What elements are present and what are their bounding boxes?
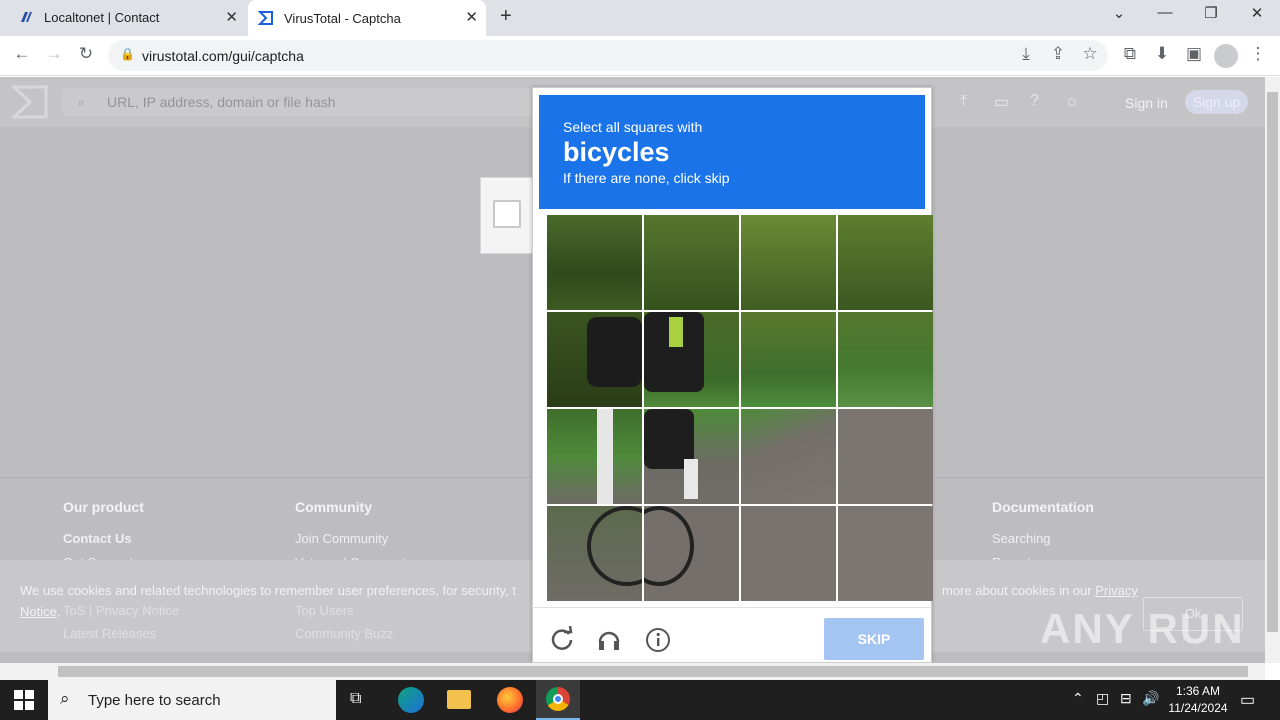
captcha-tile[interactable] (741, 312, 836, 407)
virustotal-icon (258, 10, 274, 26)
captcha-tile[interactable] (547, 506, 642, 601)
sign-in-link[interactable]: Sign in (1125, 95, 1168, 111)
footer-heading: Documentation (992, 499, 1094, 515)
captcha-instruction: Select all squares with (563, 119, 703, 135)
side-panel-icon[interactable]: ▣ (1182, 44, 1206, 64)
notification-center-icon[interactable]: ▭ (1240, 690, 1255, 710)
virustotal-logo[interactable] (10, 85, 48, 124)
horizontal-scroll-thumb[interactable] (58, 666, 1248, 677)
search-icon: ⌕ (60, 689, 70, 708)
captcha-tile[interactable] (547, 312, 642, 407)
search-icon: ⌕ (78, 95, 85, 109)
footer-heading: Community (295, 499, 372, 515)
file-explorer-icon[interactable] (447, 690, 471, 709)
captcha-checkbox-widget (480, 177, 535, 254)
volume-icon[interactable]: 🔊 (1142, 690, 1159, 707)
captcha-tile[interactable] (741, 409, 836, 504)
captcha-tile[interactable] (741, 506, 836, 601)
back-icon[interactable]: ← (10, 44, 34, 64)
firefox-icon[interactable] (497, 687, 523, 713)
tab-title: VirusTotal - Captcha (284, 10, 401, 26)
captcha-tile[interactable] (838, 215, 933, 310)
upload-icon[interactable]: ⤒ (960, 93, 967, 111)
captcha-tile[interactable] (644, 409, 739, 504)
captcha-tile[interactable] (644, 312, 739, 407)
footer-link[interactable]: Contact Us (63, 531, 132, 546)
vt-search-input[interactable]: URL, IP address, domain or file hash (62, 88, 542, 116)
task-view-icon[interactable]: ⧉ (350, 690, 361, 708)
bookmark-star-icon[interactable]: ☆ (1078, 44, 1102, 64)
captcha-tile[interactable] (838, 409, 933, 504)
profile-avatar[interactable] (1214, 44, 1238, 68)
reload-captcha-icon[interactable] (549, 625, 577, 654)
footer-link[interactable]: Join Community (295, 531, 388, 546)
close-window-button[interactable]: ✕ (1242, 4, 1272, 22)
address-bar[interactable]: 🔒 virustotal.com/gui/captcha (108, 40, 1108, 71)
tray-chevron-icon[interactable]: ⌃ (1072, 690, 1084, 707)
notifications-icon[interactable]: ▭ (994, 92, 1009, 112)
share-icon[interactable]: ⇪ (1046, 44, 1070, 64)
captcha-tile[interactable] (838, 506, 933, 601)
tab-title: Localtonet | Contact (44, 9, 160, 25)
footer-link[interactable]: Community Buzz (295, 626, 393, 641)
maximize-button[interactable]: ❐ (1196, 4, 1226, 22)
cookie-text-more: more about cookies in our (942, 583, 1092, 598)
extensions-icon[interactable]: ⧉ (1118, 44, 1142, 64)
captcha-tile[interactable] (644, 215, 739, 310)
tray-app-icon[interactable]: ◰ (1096, 690, 1109, 707)
clock-time: 1:36 AM (1175, 684, 1221, 698)
captcha-tile[interactable] (547, 409, 642, 504)
url-text: virustotal.com/gui/captcha (142, 47, 304, 64)
network-icon[interactable]: ⊟ (1120, 690, 1132, 707)
captcha-prompt: Select all squares with bicycles If ther… (539, 95, 925, 209)
windows-start-icon[interactable] (14, 690, 34, 715)
captcha-checkbox[interactable] (493, 200, 521, 228)
downloads-icon[interactable]: ⬇ (1150, 44, 1174, 64)
tab-localtonet[interactable]: Localtonet | Contact ✕ (8, 0, 246, 34)
lock-icon: 🔒 (120, 47, 135, 61)
captcha-tile[interactable] (644, 506, 739, 601)
tab-virustotal[interactable]: VirusTotal - Captcha ✕ (248, 0, 486, 36)
captcha-tile[interactable] (547, 215, 642, 310)
skip-button[interactable]: SKIP (824, 618, 924, 660)
captcha-tile[interactable] (838, 312, 933, 407)
sign-up-button[interactable]: Sign up (1185, 90, 1248, 114)
clock-date: 11/24/2024 (1168, 701, 1228, 715)
notice-link[interactable]: Notice (20, 604, 57, 619)
close-tab-icon[interactable]: ✕ (465, 8, 478, 26)
anyrun-watermark: ANY RUN (1040, 605, 1245, 652)
audio-challenge-icon[interactable] (596, 626, 624, 654)
close-tab-icon[interactable]: ✕ (225, 8, 238, 26)
captcha-hint: If there are none, click skip (563, 170, 730, 186)
taskbar-search-input[interactable]: Type here to search (48, 680, 336, 720)
captcha-target: bicycles (563, 137, 670, 167)
menu-icon[interactable]: ⋮ (1246, 44, 1270, 64)
install-icon[interactable]: ⤓ (1014, 44, 1038, 64)
reload-icon[interactable]: ↻ (74, 44, 98, 64)
captcha-image-grid (547, 215, 933, 601)
forward-icon[interactable]: → (42, 44, 66, 64)
minimize-button[interactable]: — (1150, 4, 1180, 21)
cookie-text-left: We use cookies and related technologies … (20, 583, 516, 598)
help-icon[interactable]: ? (1030, 92, 1039, 110)
cookie-text-right: more about cookies in our Privacy (942, 580, 1138, 601)
tab-search-icon[interactable]: ⌄ (1104, 4, 1134, 22)
localtonet-icon (18, 9, 34, 25)
footer-link[interactable]: Searching (992, 531, 1051, 546)
privacy-link[interactable]: Privacy (1095, 583, 1138, 598)
info-icon[interactable] (644, 626, 672, 654)
theme-icon[interactable]: ☼ (1064, 91, 1080, 111)
footer-heading: Our product (63, 499, 144, 515)
chrome-icon-center (553, 694, 563, 704)
captcha-tile[interactable] (741, 215, 836, 310)
edge-icon[interactable] (398, 687, 424, 713)
new-tab-button[interactable]: + (500, 5, 512, 28)
taskbar-clock[interactable]: 1:36 AM 11/24/2024 (1160, 683, 1236, 717)
vertical-scroll-thumb[interactable] (1267, 92, 1278, 632)
footer-link[interactable]: Latest Releases (63, 626, 156, 641)
